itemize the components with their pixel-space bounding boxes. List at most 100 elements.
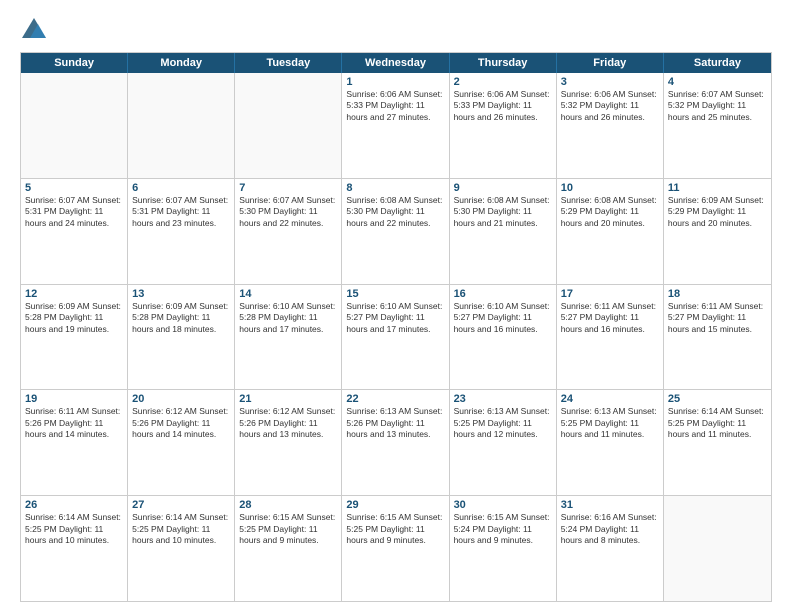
day-cell: 22Sunrise: 6:13 AM Sunset: 5:26 PM Dayli… xyxy=(342,390,449,495)
day-number: 24 xyxy=(561,393,659,405)
day-cell: 25Sunrise: 6:14 AM Sunset: 5:25 PM Dayli… xyxy=(664,390,771,495)
day-number: 28 xyxy=(239,499,337,511)
day-number: 1 xyxy=(346,76,444,88)
day-number: 17 xyxy=(561,288,659,300)
day-cell: 31Sunrise: 6:16 AM Sunset: 5:24 PM Dayli… xyxy=(557,496,664,601)
day-number: 7 xyxy=(239,182,337,194)
day-info: Sunrise: 6:13 AM Sunset: 5:26 PM Dayligh… xyxy=(346,406,444,440)
day-info: Sunrise: 6:10 AM Sunset: 5:28 PM Dayligh… xyxy=(239,301,337,335)
day-cell: 13Sunrise: 6:09 AM Sunset: 5:28 PM Dayli… xyxy=(128,285,235,390)
day-cell: 18Sunrise: 6:11 AM Sunset: 5:27 PM Dayli… xyxy=(664,285,771,390)
day-number: 27 xyxy=(132,499,230,511)
day-cell xyxy=(21,73,128,178)
day-info: Sunrise: 6:08 AM Sunset: 5:30 PM Dayligh… xyxy=(454,195,552,229)
day-cell: 24Sunrise: 6:13 AM Sunset: 5:25 PM Dayli… xyxy=(557,390,664,495)
day-number: 18 xyxy=(668,288,767,300)
day-cell: 2Sunrise: 6:06 AM Sunset: 5:33 PM Daylig… xyxy=(450,73,557,178)
day-cell: 15Sunrise: 6:10 AM Sunset: 5:27 PM Dayli… xyxy=(342,285,449,390)
day-number: 19 xyxy=(25,393,123,405)
day-headers: SundayMondayTuesdayWednesdayThursdayFrid… xyxy=(21,53,771,73)
day-cell: 10Sunrise: 6:08 AM Sunset: 5:29 PM Dayli… xyxy=(557,179,664,284)
day-info: Sunrise: 6:10 AM Sunset: 5:27 PM Dayligh… xyxy=(454,301,552,335)
day-number: 22 xyxy=(346,393,444,405)
week-row-4: 19Sunrise: 6:11 AM Sunset: 5:26 PM Dayli… xyxy=(21,389,771,495)
day-cell: 20Sunrise: 6:12 AM Sunset: 5:26 PM Dayli… xyxy=(128,390,235,495)
day-cell: 4Sunrise: 6:07 AM Sunset: 5:32 PM Daylig… xyxy=(664,73,771,178)
day-cell: 12Sunrise: 6:09 AM Sunset: 5:28 PM Dayli… xyxy=(21,285,128,390)
day-info: Sunrise: 6:09 AM Sunset: 5:29 PM Dayligh… xyxy=(668,195,767,229)
day-cell: 9Sunrise: 6:08 AM Sunset: 5:30 PM Daylig… xyxy=(450,179,557,284)
day-cell: 29Sunrise: 6:15 AM Sunset: 5:25 PM Dayli… xyxy=(342,496,449,601)
day-cell: 1Sunrise: 6:06 AM Sunset: 5:33 PM Daylig… xyxy=(342,73,449,178)
day-number: 11 xyxy=(668,182,767,194)
day-info: Sunrise: 6:11 AM Sunset: 5:26 PM Dayligh… xyxy=(25,406,123,440)
day-info: Sunrise: 6:06 AM Sunset: 5:32 PM Dayligh… xyxy=(561,89,659,123)
day-cell: 5Sunrise: 6:07 AM Sunset: 5:31 PM Daylig… xyxy=(21,179,128,284)
day-info: Sunrise: 6:12 AM Sunset: 5:26 PM Dayligh… xyxy=(132,406,230,440)
day-number: 23 xyxy=(454,393,552,405)
day-cell: 3Sunrise: 6:06 AM Sunset: 5:32 PM Daylig… xyxy=(557,73,664,178)
day-header-tuesday: Tuesday xyxy=(235,53,342,73)
day-number: 29 xyxy=(346,499,444,511)
day-info: Sunrise: 6:09 AM Sunset: 5:28 PM Dayligh… xyxy=(25,301,123,335)
day-number: 25 xyxy=(668,393,767,405)
day-cell: 17Sunrise: 6:11 AM Sunset: 5:27 PM Dayli… xyxy=(557,285,664,390)
day-number: 5 xyxy=(25,182,123,194)
calendar: SundayMondayTuesdayWednesdayThursdayFrid… xyxy=(20,52,772,602)
day-number: 8 xyxy=(346,182,444,194)
header xyxy=(20,16,772,44)
day-info: Sunrise: 6:15 AM Sunset: 5:25 PM Dayligh… xyxy=(239,512,337,546)
week-row-3: 12Sunrise: 6:09 AM Sunset: 5:28 PM Dayli… xyxy=(21,284,771,390)
day-info: Sunrise: 6:06 AM Sunset: 5:33 PM Dayligh… xyxy=(346,89,444,123)
day-header-monday: Monday xyxy=(128,53,235,73)
day-number: 9 xyxy=(454,182,552,194)
day-number: 4 xyxy=(668,76,767,88)
day-info: Sunrise: 6:08 AM Sunset: 5:30 PM Dayligh… xyxy=(346,195,444,229)
day-number: 6 xyxy=(132,182,230,194)
day-number: 2 xyxy=(454,76,552,88)
day-number: 16 xyxy=(454,288,552,300)
day-number: 26 xyxy=(25,499,123,511)
day-info: Sunrise: 6:15 AM Sunset: 5:24 PM Dayligh… xyxy=(454,512,552,546)
day-info: Sunrise: 6:11 AM Sunset: 5:27 PM Dayligh… xyxy=(561,301,659,335)
day-cell xyxy=(235,73,342,178)
day-cell: 30Sunrise: 6:15 AM Sunset: 5:24 PM Dayli… xyxy=(450,496,557,601)
day-info: Sunrise: 6:07 AM Sunset: 5:30 PM Dayligh… xyxy=(239,195,337,229)
day-info: Sunrise: 6:07 AM Sunset: 5:32 PM Dayligh… xyxy=(668,89,767,123)
day-number: 21 xyxy=(239,393,337,405)
day-info: Sunrise: 6:12 AM Sunset: 5:26 PM Dayligh… xyxy=(239,406,337,440)
day-cell: 16Sunrise: 6:10 AM Sunset: 5:27 PM Dayli… xyxy=(450,285,557,390)
day-cell: 6Sunrise: 6:07 AM Sunset: 5:31 PM Daylig… xyxy=(128,179,235,284)
week-row-5: 26Sunrise: 6:14 AM Sunset: 5:25 PM Dayli… xyxy=(21,495,771,601)
day-info: Sunrise: 6:16 AM Sunset: 5:24 PM Dayligh… xyxy=(561,512,659,546)
day-number: 31 xyxy=(561,499,659,511)
day-cell: 21Sunrise: 6:12 AM Sunset: 5:26 PM Dayli… xyxy=(235,390,342,495)
day-number: 14 xyxy=(239,288,337,300)
day-header-wednesday: Wednesday xyxy=(342,53,449,73)
day-number: 20 xyxy=(132,393,230,405)
day-number: 30 xyxy=(454,499,552,511)
day-info: Sunrise: 6:13 AM Sunset: 5:25 PM Dayligh… xyxy=(561,406,659,440)
day-cell xyxy=(664,496,771,601)
day-cell: 27Sunrise: 6:14 AM Sunset: 5:25 PM Dayli… xyxy=(128,496,235,601)
day-header-thursday: Thursday xyxy=(450,53,557,73)
day-info: Sunrise: 6:06 AM Sunset: 5:33 PM Dayligh… xyxy=(454,89,552,123)
day-cell: 8Sunrise: 6:08 AM Sunset: 5:30 PM Daylig… xyxy=(342,179,449,284)
day-info: Sunrise: 6:14 AM Sunset: 5:25 PM Dayligh… xyxy=(25,512,123,546)
day-info: Sunrise: 6:10 AM Sunset: 5:27 PM Dayligh… xyxy=(346,301,444,335)
week-row-2: 5Sunrise: 6:07 AM Sunset: 5:31 PM Daylig… xyxy=(21,178,771,284)
day-info: Sunrise: 6:14 AM Sunset: 5:25 PM Dayligh… xyxy=(132,512,230,546)
day-info: Sunrise: 6:14 AM Sunset: 5:25 PM Dayligh… xyxy=(668,406,767,440)
day-cell: 19Sunrise: 6:11 AM Sunset: 5:26 PM Dayli… xyxy=(21,390,128,495)
day-info: Sunrise: 6:11 AM Sunset: 5:27 PM Dayligh… xyxy=(668,301,767,335)
day-cell xyxy=(128,73,235,178)
day-info: Sunrise: 6:08 AM Sunset: 5:29 PM Dayligh… xyxy=(561,195,659,229)
day-cell: 11Sunrise: 6:09 AM Sunset: 5:29 PM Dayli… xyxy=(664,179,771,284)
day-header-friday: Friday xyxy=(557,53,664,73)
day-cell: 28Sunrise: 6:15 AM Sunset: 5:25 PM Dayli… xyxy=(235,496,342,601)
day-header-sunday: Sunday xyxy=(21,53,128,73)
day-number: 3 xyxy=(561,76,659,88)
logo xyxy=(20,16,52,44)
day-info: Sunrise: 6:15 AM Sunset: 5:25 PM Dayligh… xyxy=(346,512,444,546)
day-number: 10 xyxy=(561,182,659,194)
